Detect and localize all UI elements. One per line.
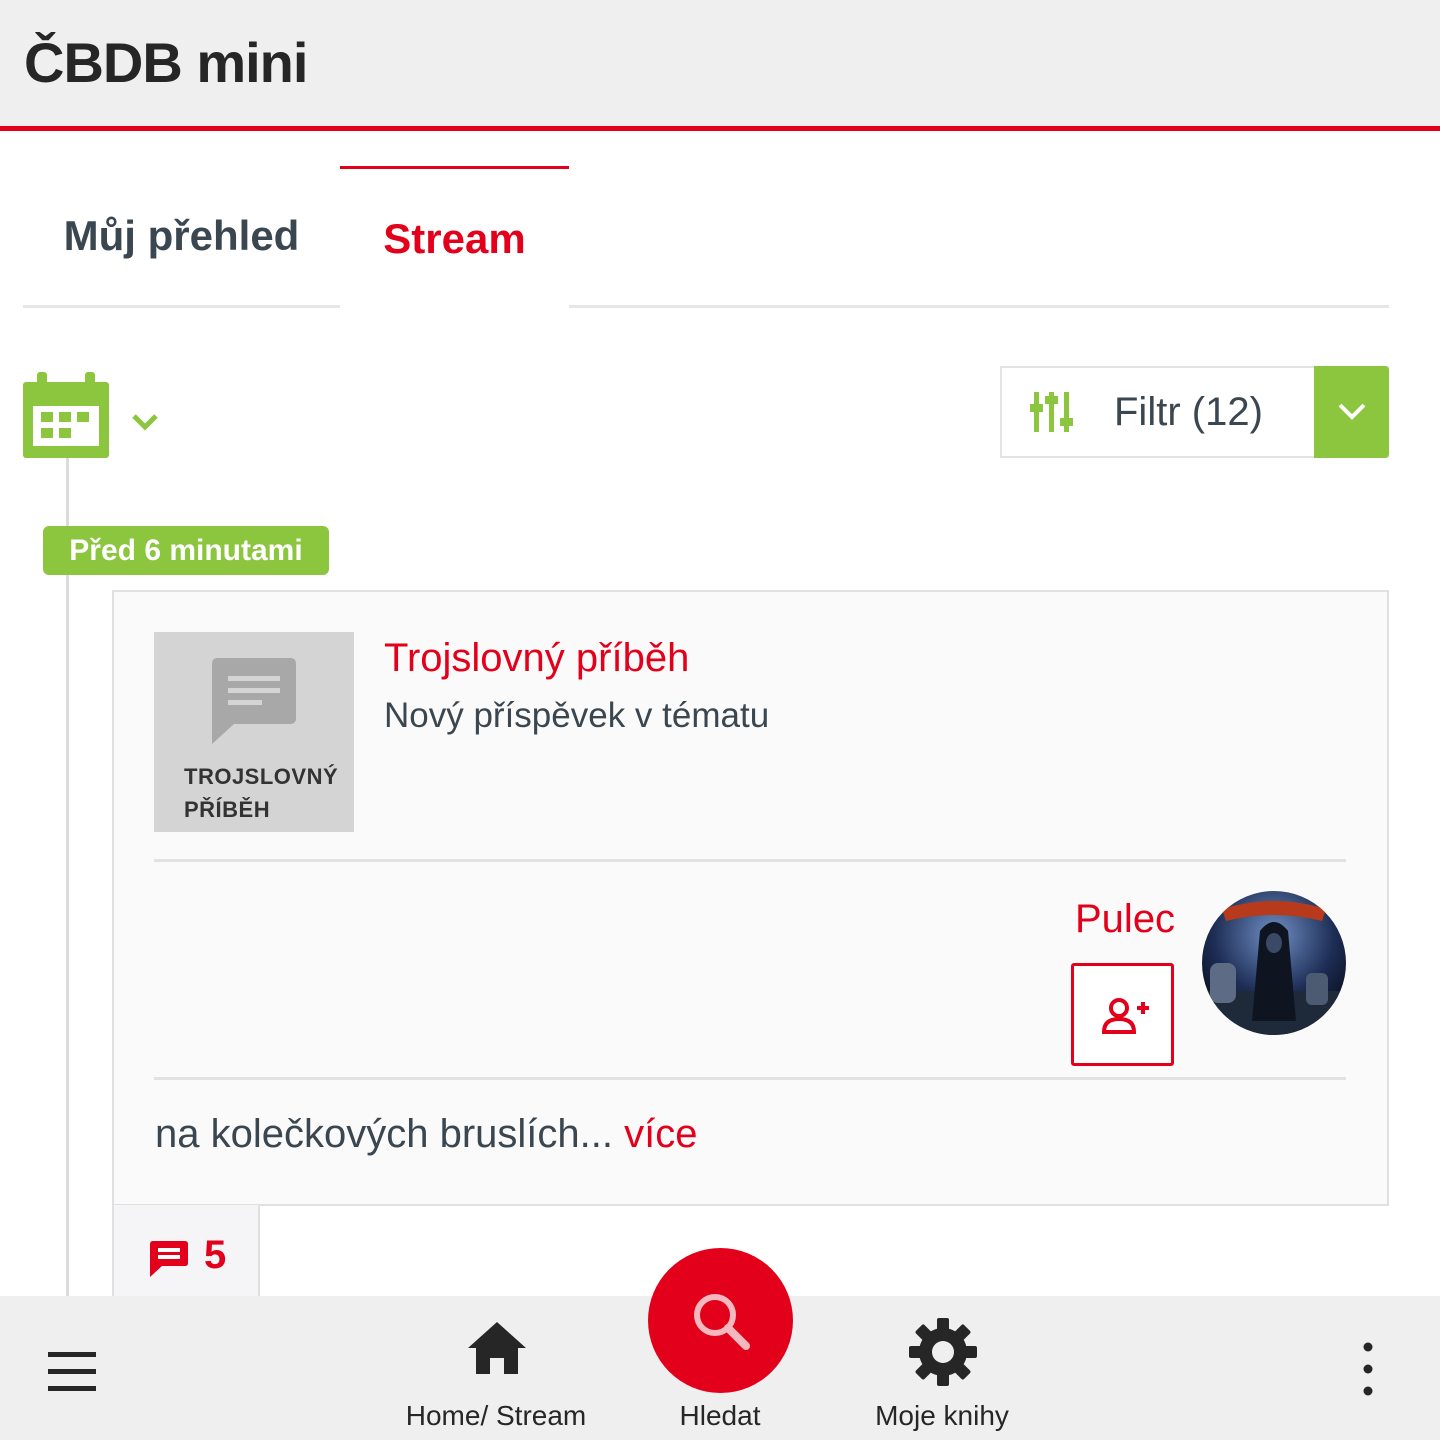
menu-button[interactable] [48,1350,96,1394]
follow-user-button[interactable] [1071,963,1174,1066]
home-icon [468,1322,526,1374]
user-name[interactable]: Pulec [1075,897,1175,942]
more-vertical-icon [1363,1342,1373,1396]
tab-bar-divider [569,305,1389,308]
thumbnail-label: TROJSLOVNÝ PŘÍBĚH [184,764,339,822]
topic-thumbnail[interactable]: TROJSLOVNÝ PŘÍBĚH [154,632,354,832]
card-divider [154,1077,1346,1080]
sliders-icon [1030,392,1073,432]
comment-icon [150,1241,188,1277]
post-excerpt: na kolečkových bruslích... více [155,1112,697,1157]
nav-home-label: Home/ Stream [405,1400,587,1431]
comment-count: 5 [204,1233,227,1277]
read-more-link[interactable]: více [624,1112,697,1156]
comments-button[interactable]: 5 [112,1205,260,1305]
card-divider [154,859,1346,862]
time-badge: Před 6 minutami [43,526,329,575]
app-title: ČBDB mini [24,31,308,94]
chevron-down-icon [1338,403,1366,420]
search-button[interactable] [648,1248,793,1393]
calendar-dropdown-button[interactable] [128,404,162,438]
calendar-button[interactable] [23,372,109,458]
calendar-icon [23,372,109,458]
avatar[interactable] [1202,891,1346,1035]
post-title[interactable]: Trojslovný příběh [384,636,689,681]
timeline-line [66,456,69,1306]
filter-dropdown-button[interactable] [1314,366,1389,458]
add-user-icon [1101,998,1149,1034]
tab-my-overview[interactable]: Můj přehled [23,166,340,308]
post-subtitle: Nový příspěvek v tématu [384,696,770,735]
search-icon [694,1294,750,1350]
nav-my-books-label: Moje knihy [875,1400,1009,1431]
nav-search-label[interactable]: Hledat [680,1400,761,1432]
app-header: ČBDB mini [0,0,1440,126]
gear-icon [909,1318,977,1386]
filter-label: Filtr (12) [1114,390,1263,434]
hamburger-icon [48,1352,96,1391]
comment-bubble-icon [212,658,296,744]
tab-stream[interactable]: Stream [340,166,569,308]
header-accent-line [0,126,1440,131]
excerpt-text: na kolečkových bruslích... [155,1112,613,1156]
chevron-down-icon [132,414,158,431]
overflow-menu-button[interactable] [1356,1342,1380,1396]
avatar-image [1202,891,1346,1035]
